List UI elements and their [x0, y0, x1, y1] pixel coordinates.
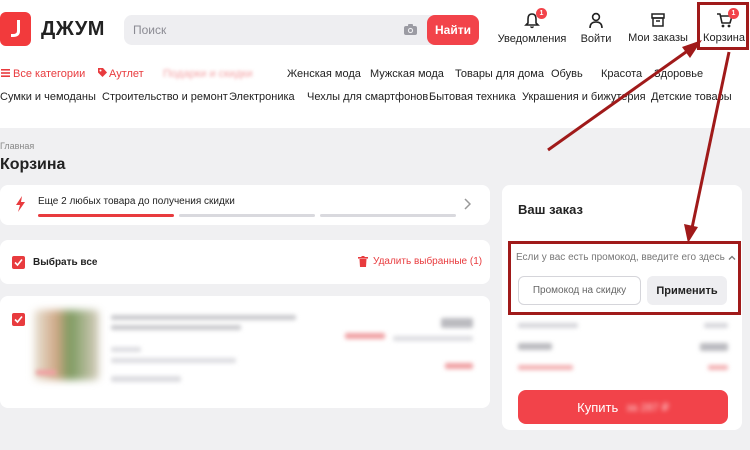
summary-total-value-blurred: [700, 343, 728, 351]
nav-home[interactable]: Товары для дома: [455, 68, 544, 80]
nav-shoes[interactable]: Обувь: [551, 68, 583, 80]
summary-savings-value-blurred: [708, 365, 728, 370]
nav-women[interactable]: Женская мода: [287, 68, 361, 80]
nav-row-secondary: Сумки и чемоданы Строительство и ремонт …: [0, 91, 750, 107]
search-bar: Найти: [124, 15, 479, 45]
menu-icon: [1, 69, 10, 77]
product-actions-blurred[interactable]: [111, 376, 181, 382]
notifications-badge: 1: [536, 8, 547, 19]
check-icon: [14, 315, 23, 324]
order-summary-title: Ваш заказ: [518, 202, 583, 217]
product-price-blurred: [441, 318, 473, 328]
product-qty-blurred[interactable]: [445, 363, 473, 369]
summary-total-label-blurred: [518, 343, 552, 350]
cart-item-card: [0, 296, 490, 408]
nav-all-categories[interactable]: Все категории: [1, 68, 85, 80]
chevron-right-icon[interactable]: [464, 198, 471, 210]
product-meta-blurred: [111, 358, 236, 363]
product-meta-blurred: [111, 347, 141, 352]
lightning-icon: [16, 196, 25, 212]
nav-bags[interactable]: Сумки и чемоданы: [0, 91, 96, 103]
nav-outlet[interactable]: Аутлет: [98, 68, 144, 80]
box-icon: [651, 13, 665, 27]
select-all-card: Выбрать все Удалить выбранные (1): [0, 240, 490, 284]
nav-row-primary: Все категории Аутлет Подарки и скидки Же…: [0, 68, 750, 84]
buy-button-label: Купить: [577, 399, 619, 415]
nav-electronics[interactable]: Электроника: [229, 91, 295, 103]
promo-highlight-box: [508, 241, 741, 315]
product-discount-blurred: [345, 333, 385, 339]
nav-cases[interactable]: Чехлы для смартфонов: [307, 91, 428, 103]
product-badge-blurred: [36, 370, 56, 375]
nav-kids[interactable]: Детские товары: [651, 91, 732, 103]
search-input[interactable]: [124, 15, 404, 45]
search-button[interactable]: Найти: [427, 15, 479, 45]
discount-progress-card: Еще 2 любых товара до получения скидки: [0, 185, 490, 225]
top-header: ДЖУМ Найти 1 Уведомления Войти Мо: [0, 0, 750, 128]
logo[interactable]: [0, 12, 31, 46]
login-button[interactable]: Войти: [579, 12, 613, 48]
product-title-blurred[interactable]: [111, 315, 296, 320]
buy-button[interactable]: Купить за 287 ₽: [518, 390, 728, 424]
cart-highlight-box: [697, 2, 749, 50]
my-orders-button[interactable]: Мои заказы: [628, 12, 688, 48]
tag-icon: [98, 68, 107, 77]
select-all-checkbox[interactable]: [12, 256, 25, 269]
progress-segment: [320, 214, 456, 217]
camera-icon[interactable]: [403, 23, 418, 36]
nav-jewelry[interactable]: Украшения и бижутерия: [522, 91, 646, 103]
buy-amount-blurred: за 287 ₽: [626, 401, 669, 414]
delete-selected-button[interactable]: Удалить выбранные (1): [358, 256, 482, 267]
check-icon: [14, 258, 23, 267]
product-price-note-blurred: [393, 336, 473, 341]
login-label: Войти: [580, 33, 612, 45]
nav-promo-blurred[interactable]: Подарки и скидки: [163, 68, 252, 80]
breadcrumb[interactable]: Главная: [0, 141, 34, 151]
trash-icon: [358, 256, 368, 267]
summary-value-blurred: [704, 323, 728, 328]
nav-appliances[interactable]: Бытовая техника: [429, 91, 516, 103]
nav-construction[interactable]: Строительство и ремонт: [102, 91, 228, 103]
nav-outlet-label: Аутлет: [109, 68, 144, 80]
notifications-button[interactable]: 1 Уведомления: [498, 8, 566, 48]
nav-all-categories-label: Все категории: [13, 68, 86, 80]
progress-segment-filled: [38, 214, 174, 217]
notifications-label: Уведомления: [497, 33, 567, 45]
item-checkbox[interactable]: [12, 313, 25, 326]
discount-progress-text: Еще 2 любых товара до получения скидки: [38, 196, 235, 207]
page-title: Корзина: [0, 156, 66, 173]
progress-segment: [179, 214, 315, 217]
my-orders-label: Мои заказы: [628, 32, 688, 44]
nav-beauty[interactable]: Красота: [601, 68, 642, 80]
select-all-label[interactable]: Выбрать все: [33, 257, 97, 268]
nav-men[interactable]: Мужская мода: [370, 68, 444, 80]
summary-savings-blurred: [518, 365, 573, 370]
nav-health[interactable]: Здоровье: [654, 68, 703, 80]
delete-selected-label: Удалить выбранные (1): [373, 256, 483, 267]
logo-text[interactable]: ДЖУМ: [41, 18, 105, 41]
logo-mark-icon: [11, 20, 20, 37]
summary-line-blurred: [518, 323, 578, 328]
user-icon: [589, 12, 603, 29]
product-title-blurred: [111, 325, 241, 330]
